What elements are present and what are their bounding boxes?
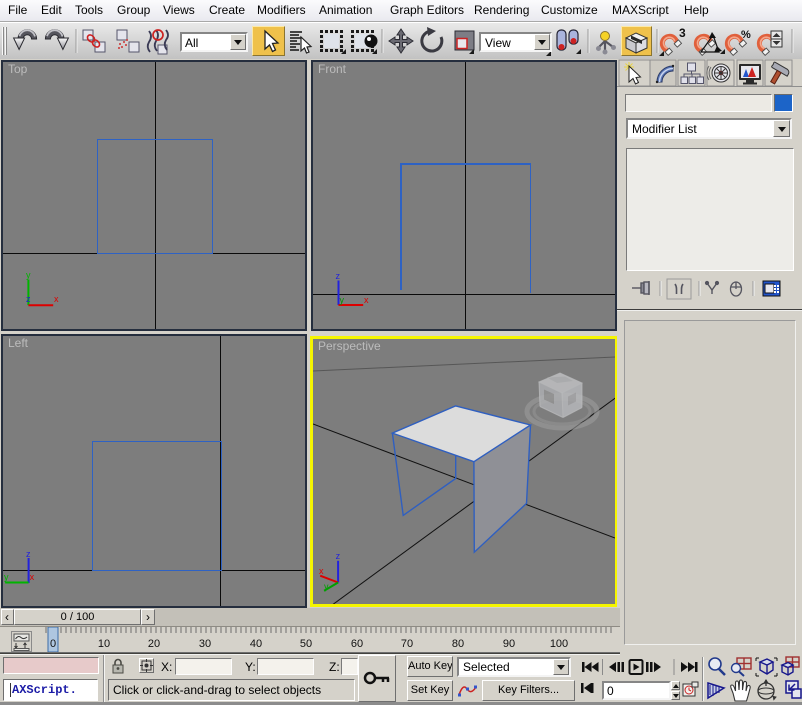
svg-text:%: % <box>741 29 751 41</box>
svg-text:30: 30 <box>199 638 211 650</box>
svg-text:y: y <box>324 582 329 592</box>
svg-text:z: z <box>26 549 31 559</box>
svg-text:3: 3 <box>679 26 686 40</box>
svg-text:0: 0 <box>50 638 56 650</box>
svg-text:100: 100 <box>550 638 568 650</box>
svg-text:90: 90 <box>503 638 515 650</box>
svg-text:80: 80 <box>452 638 464 650</box>
svg-text:x: x <box>54 294 59 304</box>
svg-text:z: z <box>26 294 31 304</box>
svg-text:10: 10 <box>98 638 110 650</box>
svg-text:60: 60 <box>351 638 363 650</box>
svg-text:y: y <box>26 270 31 280</box>
svg-text:z: z <box>336 271 341 281</box>
svg-text:y: y <box>340 295 345 305</box>
svg-text:70: 70 <box>401 638 413 650</box>
svg-text:20: 20 <box>148 638 160 650</box>
svg-text:x: x <box>364 295 369 305</box>
svg-text:40: 40 <box>250 638 262 650</box>
svg-text:y: y <box>4 572 9 582</box>
svg-text:x: x <box>319 566 324 576</box>
svg-text:50: 50 <box>300 638 312 650</box>
svg-text:z: z <box>336 551 341 561</box>
svg-text:x: x <box>30 572 35 582</box>
